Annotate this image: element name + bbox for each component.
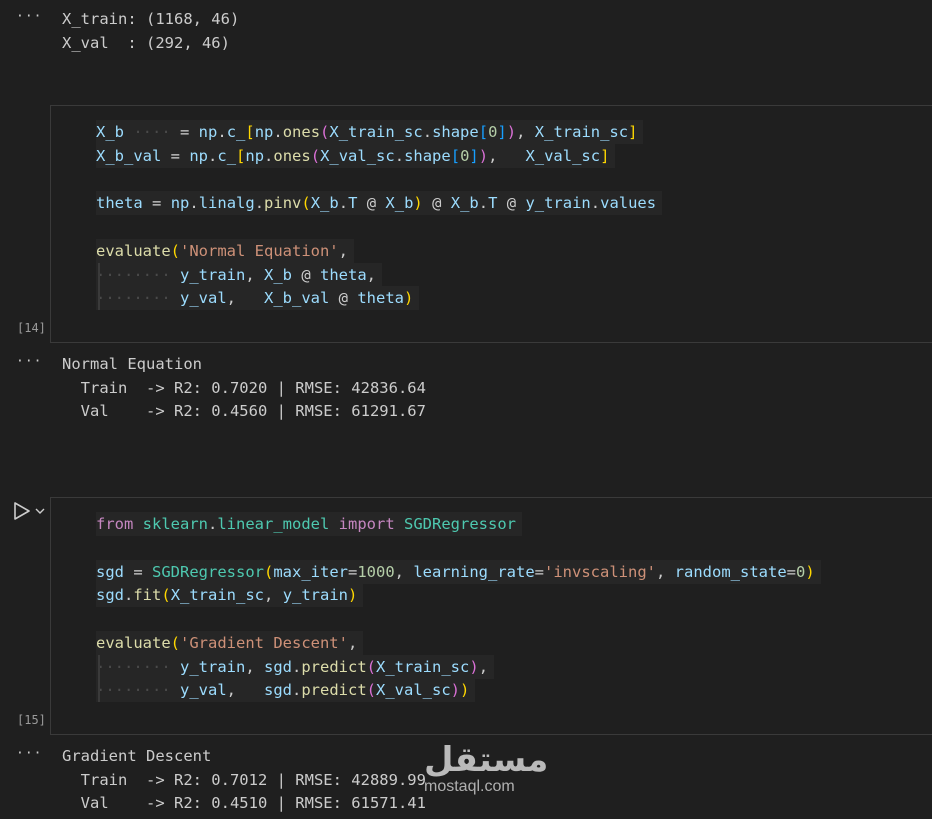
ellipsis-icon[interactable]: ··· xyxy=(16,10,41,32)
code-line: theta = np.linalg.pinv(X_b.T @ X_b) @ X_… xyxy=(96,191,663,215)
chevron-down-icon xyxy=(35,508,45,514)
output-line: Train -> R2: 0.7020 | RMSE: 42836.64 xyxy=(62,379,426,397)
output-line: Val -> R2: 0.4560 | RMSE: 61291.67 xyxy=(62,402,426,420)
code-line: ········ y_val, X_b_val @ theta) xyxy=(96,286,420,310)
indent-guide xyxy=(98,263,100,310)
watermark-arabic: مستقل xyxy=(424,740,549,780)
run-cell-button[interactable] xyxy=(12,500,52,522)
output-title: Gradient Descent xyxy=(62,747,212,765)
output-line: X_train: (1168, 46) xyxy=(62,10,240,28)
ellipsis-icon[interactable]: ··· xyxy=(16,355,41,377)
code-cell-14[interactable]: X_b ···· = np.c_[np.ones(X_train_sc.shap… xyxy=(17,105,932,343)
output-line: X_val : (292, 46) xyxy=(62,34,230,52)
watermark-latin: mostaql.com xyxy=(424,778,515,795)
output-title: Normal Equation xyxy=(62,355,202,373)
code-line: X_b ···· = np.c_[np.ones(X_train_sc.shap… xyxy=(96,120,644,144)
output-shapes: ··· X_train: (1168, 46) X_val : (292, 46… xyxy=(0,0,932,100)
code-line: ········ y_train, sgd.predict(X_train_sc… xyxy=(96,655,495,679)
code-line: ········ y_train, X_b @ theta, xyxy=(96,263,383,287)
indent-guide xyxy=(98,655,100,702)
output-line: Val -> R2: 0.4510 | RMSE: 61571.41 xyxy=(62,794,426,812)
output-line: Train -> R2: 0.7012 | RMSE: 42889.99 xyxy=(62,771,426,789)
ellipsis-icon[interactable]: ··· xyxy=(16,747,41,769)
code-line: sgd.fit(X_train_sc, y_train) xyxy=(96,583,364,607)
code-line: evaluate('Gradient Descent', xyxy=(96,631,364,655)
code-line: evaluate('Normal Equation', xyxy=(96,239,354,263)
execution-count: [15] xyxy=(17,713,46,727)
mostaql-watermark: مستقل mostaql.com xyxy=(420,740,548,810)
code-line: sgd = SGDRegressor(max_iter=1000, learni… xyxy=(96,560,821,584)
code-cell-15[interactable]: from sklearn.linear_model import SGDRegr… xyxy=(17,497,932,735)
code-line: X_b_val = np.c_[np.ones(X_val_sc.shape[0… xyxy=(96,144,616,168)
play-icon xyxy=(14,502,45,520)
code-line: ········ y_val, sgd.predict(X_val_sc)) xyxy=(96,678,476,702)
code-line: from sklearn.linear_model import SGDRegr… xyxy=(96,512,522,536)
execution-count: [14] xyxy=(17,321,46,335)
output-normal-equation: ··· Normal Equation Train -> R2: 0.7020 … xyxy=(0,345,932,445)
